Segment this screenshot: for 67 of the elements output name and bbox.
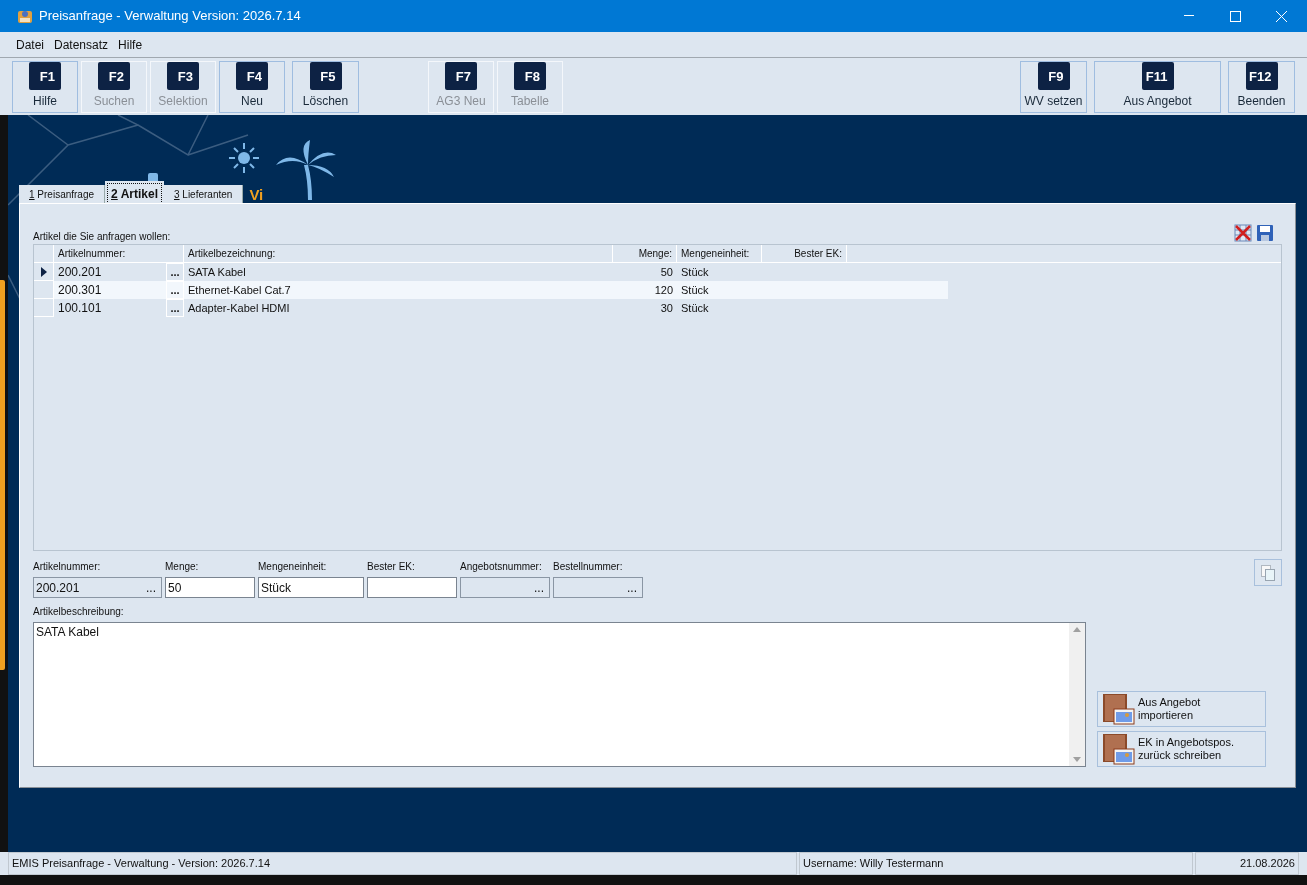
toolbar-button[interactable]: F12 Beenden <box>1228 60 1295 113</box>
column-header[interactable]: Menge: <box>613 245 677 262</box>
lookup-button[interactable]: ... <box>166 281 184 299</box>
table-cell-text: 200.301 <box>57 282 103 299</box>
status-text: Username: Willy Testermann <box>799 852 1193 875</box>
delete-grid-icon[interactable] <box>1234 224 1252 242</box>
copy-button[interactable] <box>1254 559 1282 586</box>
minimize-icon <box>1184 15 1194 17</box>
input-field[interactable] <box>367 577 457 598</box>
input-field[interactable]: Stück <box>258 577 364 598</box>
table-cell-text: Ethernet-Kabel Cat.7 <box>187 282 292 298</box>
menu-item[interactable]: Datei <box>12 35 48 54</box>
toolbar-button[interactable]: F5 Löschen <box>292 60 359 113</box>
column-header[interactable]: Artikelbezeichnung: <box>184 245 613 262</box>
maximize-icon <box>1229 10 1241 22</box>
table-cell-text: 50 <box>659 264 674 280</box>
table-cell-text: 200.201 <box>57 264 103 281</box>
field-label: Artikelbeschreibung: <box>33 605 125 619</box>
description-field[interactable]: SATA Kabel <box>33 622 1086 767</box>
field-label: Menge: <box>165 560 200 574</box>
menu-item[interactable]: Hilfe <box>114 35 147 54</box>
input-field[interactable]: 50 <box>165 577 255 598</box>
book-image-icon <box>1102 693 1136 725</box>
scroll-up-icon[interactable] <box>1073 627 1081 632</box>
toolbar-button[interactable]: F1 Hilfe <box>12 60 78 113</box>
row-selector[interactable] <box>34 263 54 281</box>
field-label: Bestellnummer: <box>553 560 624 574</box>
field-label: Angebotsnummer: <box>460 560 543 574</box>
table-cell-text: Adapter-Kabel HDMI <box>187 300 291 316</box>
menu-item[interactable]: Datensatz <box>50 35 113 54</box>
column-header[interactable]: Bester EK: <box>762 245 847 262</box>
window-title: Preisanfrage - Verwaltung Version: 2026.7.14 <box>39 7 301 26</box>
action-button[interactable]: EK in Angebotspos. zurück schreiben <box>1097 731 1266 767</box>
tab[interactable]: 3 Lieferanten <box>164 185 244 203</box>
table-cell-text: 100.101 <box>57 300 103 317</box>
field-label: Artikelnummer: <box>33 560 102 574</box>
scroll-down-icon[interactable] <box>1073 757 1081 762</box>
lookup-button[interactable]: ... <box>166 263 184 281</box>
close-icon <box>1275 10 1287 22</box>
table-cell-text: Stück <box>680 264 710 280</box>
scroll-bar[interactable] <box>1069 623 1085 766</box>
save-icon[interactable] <box>1256 224 1274 242</box>
status-text: 21.08.2026 <box>1195 852 1299 875</box>
grid-row[interactable]: 200.301 ... Ethernet-Kabel Cat.7 120 Stück <box>34 281 948 299</box>
field-label: Bester EK: <box>367 560 416 574</box>
column-header[interactable]: Artikelnummer: <box>54 245 184 262</box>
current-row-icon <box>40 266 47 277</box>
app-icon <box>17 8 33 24</box>
book-image-icon <box>1102 733 1136 765</box>
action-button[interactable]: Aus Angebot importieren <box>1097 691 1266 727</box>
toolbar-button[interactable]: F9 WV setzen <box>1020 60 1087 113</box>
status-text: EMIS Preisanfrage - Verwaltung - Version: 2026.7.14 <box>8 852 797 875</box>
grid-caption: Artikel die Sie anfragen wollen: <box>33 230 171 244</box>
logo-text: Vi <box>249 187 264 203</box>
tab[interactable]: 1 Preisanfrage <box>19 185 106 203</box>
tab[interactable]: 2 Artikel <box>107 183 162 204</box>
toolbar-button[interactable]: F4 Neu <box>219 60 285 113</box>
copy-icon <box>1261 564 1275 581</box>
table-cell-text: 30 <box>659 300 674 316</box>
table-cell-text: Stück <box>680 300 710 316</box>
field-label: Mengeneinheit: <box>258 560 328 574</box>
table-cell-text: Stück <box>680 282 710 298</box>
lookup-button[interactable]: ... <box>166 299 184 317</box>
table-cell-text: 120 <box>653 282 674 298</box>
column-header[interactable]: Mengeneinheit: <box>677 245 762 262</box>
toolbar-button[interactable]: F11 Aus Angebot <box>1094 60 1221 113</box>
table-cell-text: SATA Kabel <box>187 264 247 280</box>
